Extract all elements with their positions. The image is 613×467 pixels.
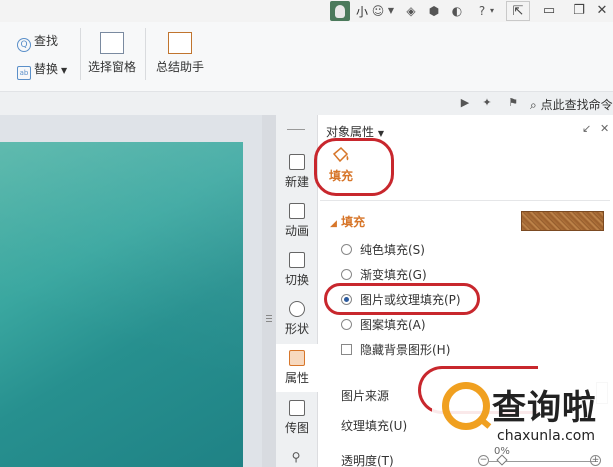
option-pattern-fill[interactable]: 图案填充(A) <box>341 316 426 333</box>
sidebar-item-label: 新建 <box>284 175 309 189</box>
user-avatar[interactable] <box>330 1 350 21</box>
sidebar-item-label: 传图 <box>284 421 309 435</box>
splitter-grip <box>266 318 272 319</box>
maximize-icon[interactable]: ❐ <box>567 1 591 21</box>
picture-source-label: 图片来源 <box>341 389 390 403</box>
sidebar-item-transition[interactable]: 切换 <box>276 252 318 288</box>
option-gradient-fill[interactable]: 渐变填充(G) <box>341 266 427 283</box>
chevron-down-icon[interactable]: ▼ <box>386 3 396 19</box>
user-name[interactable]: 小 <box>356 3 368 20</box>
chevron-down-icon[interactable]: ▾ <box>488 3 496 19</box>
image-icon <box>289 400 305 416</box>
skin-icon[interactable]: ◈ <box>403 3 419 19</box>
search-icon: Q <box>17 38 31 52</box>
find-button[interactable]: Q 查找 <box>17 32 58 52</box>
panel-title-label: 对象属性 <box>326 125 375 139</box>
sidebar-item-upload-image[interactable]: 传图 <box>276 400 318 436</box>
slide-background-shade <box>0 142 243 467</box>
expand-icon[interactable]: ↙ <box>582 122 591 135</box>
animation-icon <box>289 203 305 219</box>
pin-icon[interactable]: ✦ <box>480 96 494 110</box>
ribbon-divider <box>80 28 81 80</box>
panel-divider <box>320 200 610 201</box>
sidebar-item-new[interactable]: 新建 <box>276 154 318 190</box>
flag-icon[interactable]: ⚑ <box>506 96 520 110</box>
texture-preview[interactable] <box>521 211 604 231</box>
annotation-oval <box>314 138 394 196</box>
option-hide-background[interactable]: 隐藏背景图形(H) <box>341 341 450 358</box>
sidebar-item-shape[interactable]: 形状 <box>276 301 318 337</box>
watermark-url: chaxunla.com <box>497 428 595 444</box>
search-logo-icon <box>442 382 490 430</box>
transparency-label: 透明度(T) <box>341 454 394 467</box>
gradient-fill-label: 渐变填充(G) <box>360 268 427 282</box>
sidebar-item-label: 形状 <box>284 322 309 336</box>
sidebar-item-properties[interactable]: 属性 <box>276 344 318 392</box>
user-status-icon[interactable]: ☺ <box>370 3 386 19</box>
collapse-triangle-icon: ◢ <box>330 219 337 229</box>
cube-icon[interactable]: ⬢ <box>426 3 442 19</box>
new-icon <box>289 154 305 170</box>
fill-section-header[interactable]: ◢ 填充 <box>330 213 365 230</box>
summary-helper-button[interactable]: 总结助手 <box>152 32 208 75</box>
option-solid-fill[interactable]: 纯色填充(S) <box>341 241 425 258</box>
selection-pane-icon <box>100 32 124 54</box>
fill-section-label: 填充 <box>341 215 366 229</box>
find-label: 查找 <box>34 34 59 48</box>
search-icon: ⌕ <box>530 98 537 112</box>
close-icon[interactable]: ✕ <box>590 1 613 21</box>
replace-label: 替换 <box>34 62 59 76</box>
sidebar-grip <box>287 129 305 130</box>
sidebar-item-label: 动画 <box>284 224 309 238</box>
increase-transparency-button[interactable]: + <box>590 455 601 466</box>
sidebar-item-label: 属性 <box>284 371 309 385</box>
watermark-brand: 查询啦 <box>492 388 597 428</box>
replace-icon: ab <box>17 66 31 80</box>
properties-icon <box>289 350 305 366</box>
vertical-scrollbar[interactable] <box>262 115 276 467</box>
summary-helper-label: 总结助手 <box>155 60 204 74</box>
command-search-label: 点此查找命令 <box>540 98 613 112</box>
solid-fill-label: 纯色填充(S) <box>360 243 425 257</box>
restore-icon[interactable]: ⇱ <box>506 1 530 21</box>
command-search[interactable]: ⌕ 点此查找命令 <box>530 96 613 113</box>
shape-icon <box>289 301 305 317</box>
location-pin-icon[interactable]: ⚲ <box>290 450 302 464</box>
radio-gradient-fill[interactable] <box>341 269 352 280</box>
selection-pane-label: 选择窗格 <box>87 60 136 74</box>
transition-icon <box>289 252 305 268</box>
chevron-down-icon: ▼ <box>377 129 384 138</box>
annotation-oval <box>324 283 480 315</box>
selection-pane-button[interactable]: 选择窗格 <box>86 32 138 75</box>
summary-helper-icon <box>168 32 192 54</box>
tool-row <box>0 92 613 114</box>
document-icon[interactable]: ◐ <box>449 3 465 19</box>
splitter-grip[interactable] <box>266 315 272 316</box>
close-panel-icon[interactable]: ✕ <box>600 122 609 135</box>
hide-background-label: 隐藏背景图形(H) <box>360 343 451 357</box>
sidebar-item-label: 切换 <box>284 273 309 287</box>
ribbon-divider <box>145 28 146 80</box>
chevron-down-icon: ▼ <box>61 66 68 75</box>
checkbox-hide-background[interactable] <box>341 344 352 355</box>
texture-fill-label: 纹理填充(U) <box>341 419 408 433</box>
pattern-fill-label: 图案填充(A) <box>360 318 426 332</box>
replace-button[interactable]: ab 替换 ▼ <box>17 60 67 80</box>
slideshow-icon[interactable]: ▶ <box>458 96 472 110</box>
minimize-icon[interactable]: ▭ <box>537 1 561 21</box>
sidebar-item-animation[interactable]: 动画 <box>276 203 318 239</box>
radio-pattern-fill[interactable] <box>341 319 352 330</box>
splitter-grip <box>266 321 272 322</box>
radio-solid-fill[interactable] <box>341 244 352 255</box>
